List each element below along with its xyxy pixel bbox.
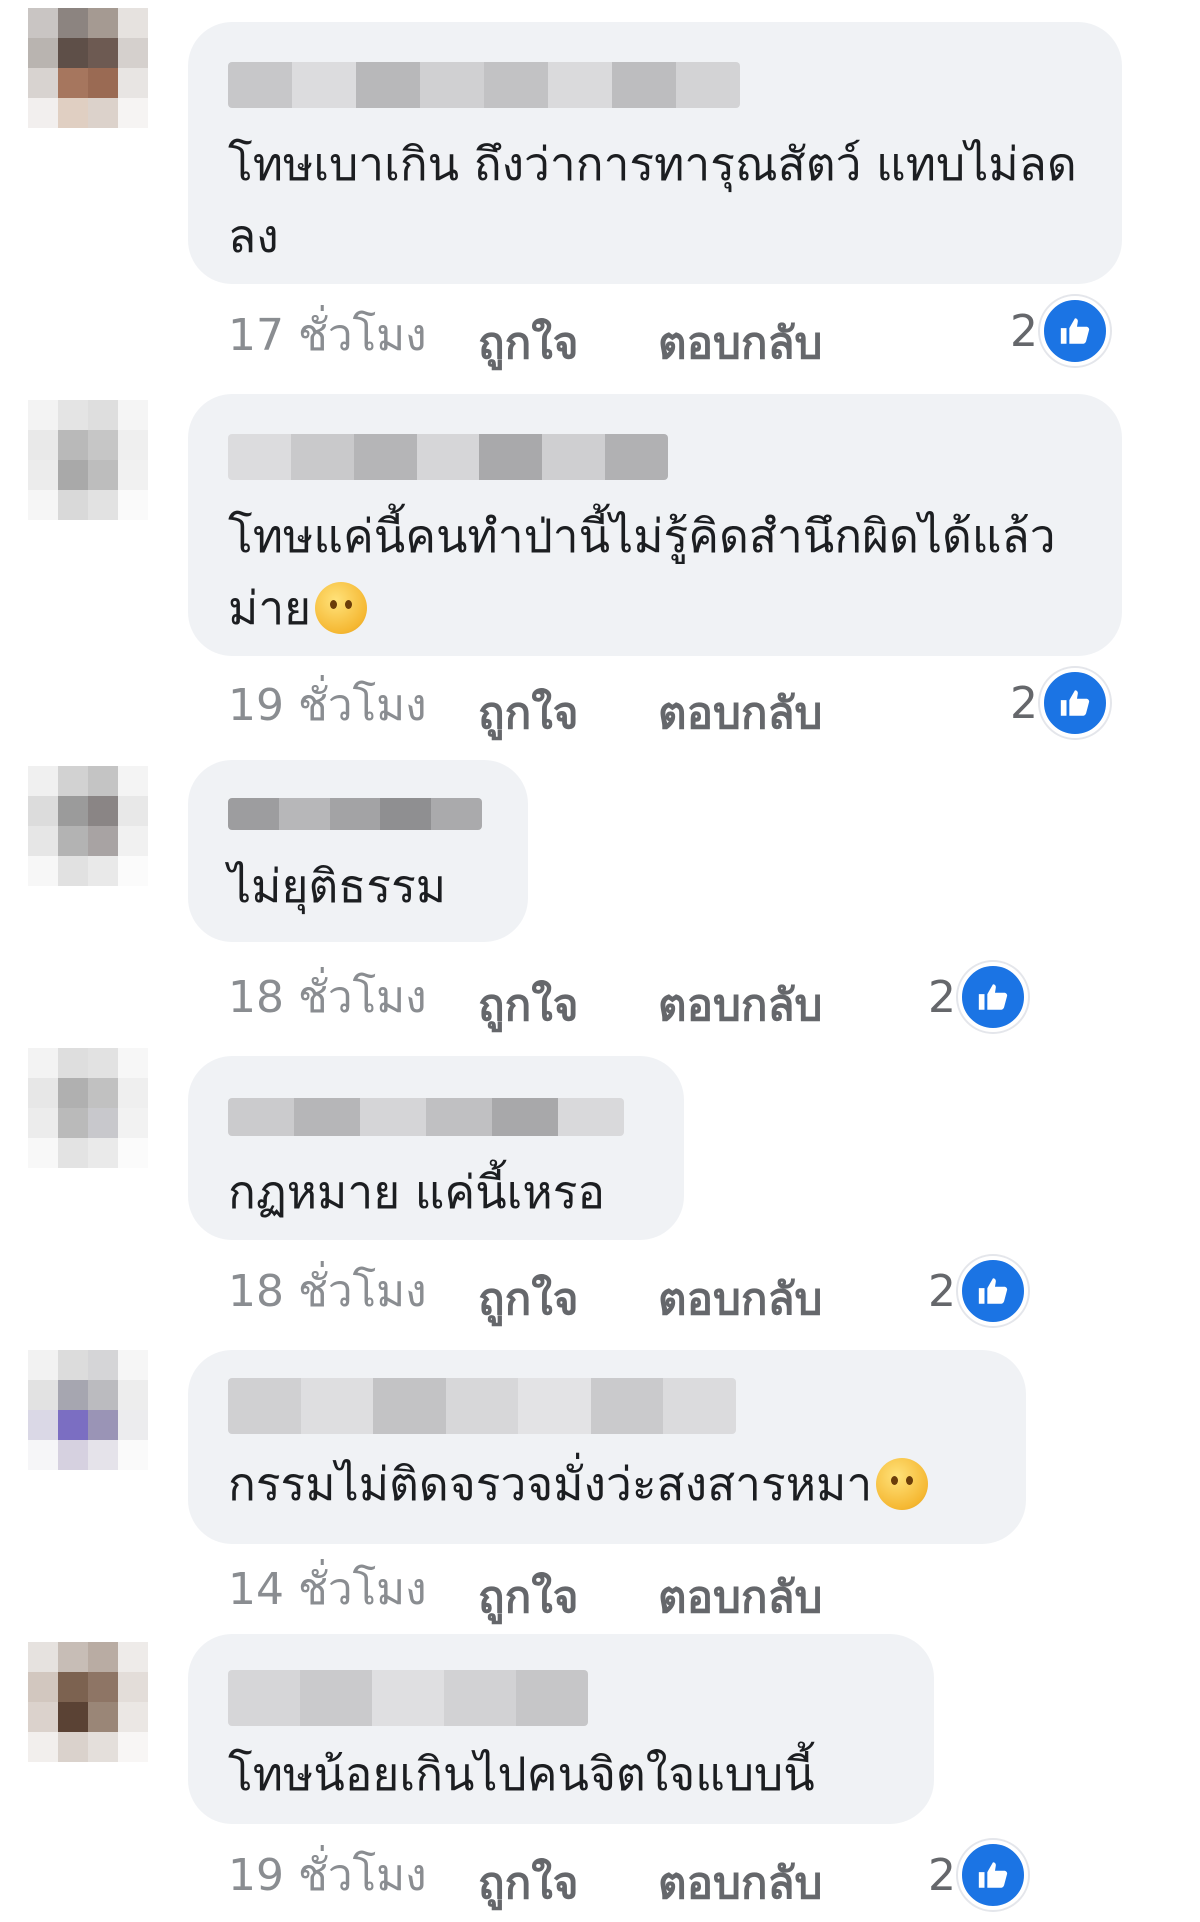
comment-text: ไม่ยุติธรรม — [228, 859, 447, 913]
like-button[interactable]: ถูกใจ — [478, 970, 579, 1040]
comment-timestamp[interactable]: 14 ชั่วโมง — [228, 1554, 427, 1624]
reaction-count: 2 — [928, 971, 956, 1023]
reaction-summary[interactable]: 2 — [928, 962, 1028, 1032]
reaction-count: 2 — [928, 1265, 956, 1317]
comment-text: โทษเบาเกิน ถึงว่าการทารุณสัตว์ แทบไม่ลดล… — [228, 137, 1077, 263]
avatar[interactable] — [28, 1350, 148, 1470]
reply-button[interactable]: ตอบกลับ — [658, 1848, 822, 1918]
comment-timestamp[interactable]: 19 ชั่วโมง — [228, 1840, 427, 1910]
reaction-summary[interactable]: 2 — [1010, 668, 1110, 738]
like-button[interactable]: ถูกใจ — [478, 1562, 579, 1632]
like-thumbs-up-icon — [958, 1840, 1028, 1910]
reply-button[interactable]: ตอบกลับ — [658, 1264, 822, 1334]
reaction-summary[interactable]: 2 — [1010, 296, 1110, 366]
reply-button[interactable]: ตอบกลับ — [658, 678, 822, 748]
commenter-name-blurred[interactable] — [228, 62, 740, 108]
sad-face-emoji — [876, 1458, 929, 1510]
avatar[interactable] — [28, 8, 148, 128]
avatar[interactable] — [28, 1048, 148, 1168]
like-button[interactable]: ถูกใจ — [478, 678, 579, 748]
commenter-name-blurred[interactable] — [228, 434, 668, 480]
like-button[interactable]: ถูกใจ — [478, 1848, 579, 1918]
comment-bubble: โทษเบาเกิน ถึงว่าการทารุณสัตว์ แทบไม่ลดล… — [188, 22, 1122, 284]
reaction-summary[interactable]: 2 — [928, 1840, 1028, 1910]
commenter-name-blurred[interactable] — [228, 1098, 624, 1136]
like-thumbs-up-icon — [1040, 668, 1110, 738]
reaction-count: 2 — [1010, 677, 1038, 729]
avatar[interactable] — [28, 766, 148, 886]
avatar[interactable] — [28, 1642, 148, 1762]
comment-bubble: โทษน้อยเกินไปคนจิตใจแบบนี้ — [188, 1634, 934, 1824]
comment-bubble: ไม่ยุติธรรม — [188, 760, 528, 942]
like-thumbs-up-icon — [958, 962, 1028, 1032]
comment-text: โทษแค่นี้คนทำป่านี้ไม่รู้คิดสำนึกผิดได้แ… — [228, 509, 1056, 635]
like-button[interactable]: ถูกใจ — [478, 308, 579, 378]
comment-timestamp[interactable]: 19 ชั่วโมง — [228, 670, 427, 740]
reaction-summary[interactable]: 2 — [928, 1256, 1028, 1326]
reply-button[interactable]: ตอบกลับ — [658, 1562, 822, 1632]
grinning-face-emoji — [315, 582, 368, 634]
reply-button[interactable]: ตอบกลับ — [658, 970, 822, 1040]
comment-text: กฏหมาย แค่นี้เหรอ — [228, 1165, 606, 1219]
like-button[interactable]: ถูกใจ — [478, 1264, 579, 1334]
reaction-count: 2 — [1010, 305, 1038, 357]
comment-text: โทษน้อยเกินไปคนจิตใจแบบนี้ — [228, 1747, 815, 1801]
reply-button[interactable]: ตอบกลับ — [658, 308, 822, 378]
comment-timestamp[interactable]: 18 ชั่วโมง — [228, 962, 427, 1032]
comment-timestamp[interactable]: 18 ชั่วโมง — [228, 1256, 427, 1326]
like-thumbs-up-icon — [1040, 296, 1110, 366]
comment-timestamp[interactable]: 17 ชั่วโมง — [228, 300, 427, 370]
commenter-name-blurred[interactable] — [228, 798, 482, 830]
avatar[interactable] — [28, 400, 148, 520]
comment-bubble: กรรมไม่ติดจรวจมั่งว่ะสงสารหมา — [188, 1350, 1026, 1544]
comment-text: กรรมไม่ติดจรวจมั่งว่ะสงสารหมา — [228, 1448, 986, 1520]
commenter-name-blurred[interactable] — [228, 1378, 736, 1434]
like-thumbs-up-icon — [958, 1256, 1028, 1326]
commenter-name-blurred[interactable] — [228, 1670, 588, 1726]
comment-bubble: กฏหมาย แค่นี้เหรอ — [188, 1056, 684, 1240]
comment-bubble: โทษแค่นี้คนทำป่านี้ไม่รู้คิดสำนึกผิดได้แ… — [188, 394, 1122, 656]
reaction-count: 2 — [928, 1849, 956, 1901]
